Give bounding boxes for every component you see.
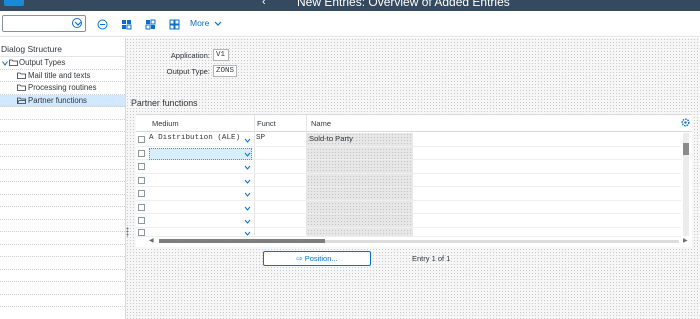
table-row[interactable]: A Distribution (ALE) SP Sold-to Party <box>136 133 681 147</box>
partner-functions-table: Medium Funct Name A Distribution (ALE) S… <box>136 114 692 247</box>
table-row[interactable] <box>136 187 681 201</box>
shell-bar: ‹ New Entries: Overview of Added Entries <box>0 0 700 11</box>
position-button-label: Position... <box>304 254 338 263</box>
output-type-field[interactable]: ZONS <box>213 65 237 77</box>
column-header-funct[interactable]: Funct <box>257 119 276 128</box>
application-field[interactable]: V1 <box>213 49 229 61</box>
medium-cell[interactable]: A Distribution (ALE) <box>149 134 245 142</box>
tree-empty-row <box>0 182 125 195</box>
expand-icon[interactable] <box>2 59 8 68</box>
open-folder-icon <box>17 97 26 106</box>
column-header-name[interactable]: Name <box>311 119 331 128</box>
splitter-handle[interactable] <box>126 227 129 237</box>
row-selector-checkbox[interactable] <box>138 136 145 143</box>
application-label: Application: <box>170 51 210 60</box>
table-row[interactable] <box>136 160 681 174</box>
tree-item-label: Processing routines <box>28 83 97 92</box>
section-title: Partner functions <box>131 98 198 108</box>
row-selector-checkbox[interactable] <box>138 149 145 157</box>
position-icon: ⇨ <box>296 254 303 263</box>
output-type-label: Output Type: <box>166 67 210 76</box>
tree-empty-row <box>0 132 125 145</box>
deselect-all-icon[interactable] <box>167 17 181 31</box>
chevron-down-icon[interactable] <box>244 136 251 145</box>
minus-circle-icon[interactable] <box>95 17 109 31</box>
folder-icon <box>17 84 26 93</box>
row-selector-checkbox[interactable] <box>138 190 145 197</box>
tree-item-processing-routines[interactable]: Processing routines <box>0 82 125 95</box>
scroll-right-icon[interactable]: ▶ <box>683 237 688 244</box>
back-icon[interactable]: ‹ <box>262 0 266 8</box>
tree-empty-row <box>0 107 125 120</box>
folder-icon <box>17 72 26 81</box>
tree-empty-row <box>0 270 125 282</box>
horizontal-scrollbar[interactable]: ◀ ▶ <box>149 238 692 245</box>
chevron-down-icon[interactable] <box>244 204 251 213</box>
toolbar: More <box>0 11 700 37</box>
position-button[interactable]: ⇨ Position... <box>263 251 371 266</box>
name-cell: Sold-to Party <box>309 134 353 143</box>
scroll-left-icon[interactable]: ◀ <box>149 237 154 244</box>
tree-empty-row <box>0 295 125 307</box>
tree-item-partner-functions[interactable]: Partner functions <box>0 94 125 107</box>
table-row[interactable] <box>136 147 681 160</box>
tree-item-output-types[interactable]: Output Types <box>0 57 125 70</box>
vertical-scroll-thumb[interactable] <box>683 143 689 155</box>
table-row[interactable] <box>136 174 681 187</box>
tree-empty-row <box>0 120 125 132</box>
page-title: New Entries: Overview of Added Entries <box>297 0 510 9</box>
tree-empty-row <box>0 170 125 182</box>
row-selector-checkbox[interactable] <box>138 176 145 184</box>
chevron-down-icon[interactable] <box>244 229 251 238</box>
table-header: Medium Funct Name <box>136 115 692 132</box>
command-field[interactable] <box>2 15 86 32</box>
medium-input-active[interactable] <box>149 147 252 160</box>
tree-empty-row <box>0 207 125 220</box>
chevron-down-icon[interactable] <box>244 190 251 199</box>
column-header-medium[interactable]: Medium <box>152 119 179 128</box>
tree-item-mail-title[interactable]: Mail title and texts <box>0 70 125 82</box>
tree-empty-row <box>0 195 125 207</box>
more-button-label: More <box>190 18 210 28</box>
row-selector-checkbox[interactable] <box>138 163 145 170</box>
tree-empty-row <box>0 232 125 245</box>
dialog-structure-panel: Dialog Structure Output Types Mail title… <box>0 38 126 319</box>
chevron-down-icon[interactable] <box>244 150 251 159</box>
chevron-down-icon[interactable] <box>244 217 251 226</box>
tree-empty-row <box>0 282 125 295</box>
chevron-down-icon[interactable] <box>244 163 251 172</box>
tree-empty-row <box>0 220 125 232</box>
select-block-icon[interactable] <box>143 17 157 31</box>
row-selector-checkbox[interactable] <box>138 217 145 224</box>
entry-counter: Entry 1 of 1 <box>412 254 451 263</box>
tree-empty-row <box>0 245 125 257</box>
tree-empty-row <box>0 157 125 170</box>
main-content: Application: V1 Output Type: ZONS Partne… <box>126 38 700 319</box>
more-button[interactable]: More <box>190 18 222 28</box>
row-selector-checkbox[interactable] <box>138 203 145 211</box>
chevron-down-icon[interactable] <box>244 177 251 186</box>
table-row[interactable] <box>136 201 681 214</box>
horizontal-scroll-thumb[interactable] <box>159 239 325 243</box>
chevron-down-icon[interactable] <box>72 18 82 28</box>
dialog-structure-title: Dialog Structure <box>0 38 125 57</box>
settings-icon[interactable] <box>681 118 690 129</box>
tree-item-label: Partner functions <box>28 95 87 105</box>
table-row[interactable] <box>136 228 681 237</box>
tree-item-label: Mail title and texts <box>28 70 91 80</box>
vertical-scrollbar[interactable] <box>683 133 689 236</box>
select-all-icon[interactable] <box>119 17 133 31</box>
chevron-down-icon <box>214 21 222 27</box>
tree-item-label: Output Types <box>19 58 66 67</box>
row-selector-checkbox[interactable] <box>138 228 145 236</box>
table-row[interactable] <box>136 214 681 228</box>
folder-icon <box>9 59 18 68</box>
tree-empty-row <box>0 257 125 270</box>
tree-empty-row <box>0 145 125 157</box>
sap-logo[interactable] <box>4 0 24 6</box>
funct-cell[interactable]: SP <box>256 134 304 142</box>
